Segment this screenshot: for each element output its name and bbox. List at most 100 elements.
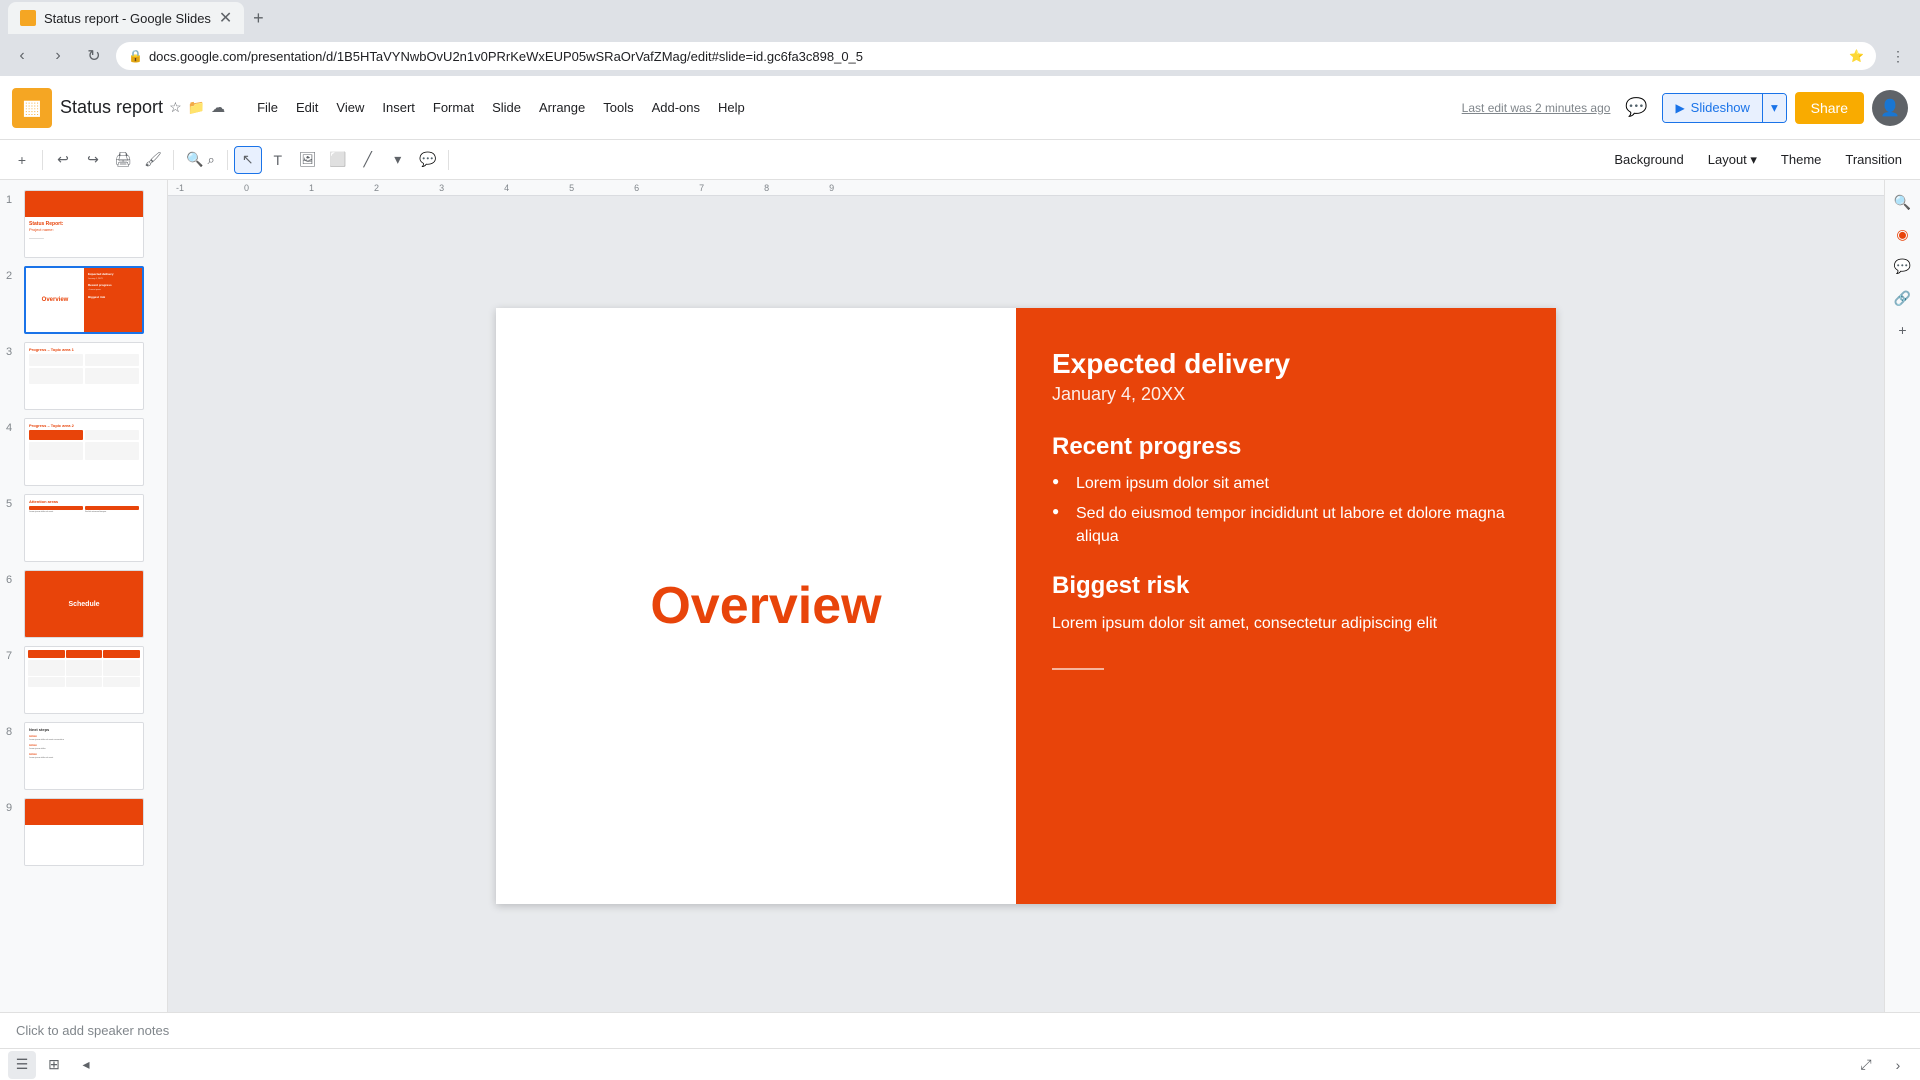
- slide-thumb-2[interactable]: 2 Overview Expected delivery January 4, …: [4, 264, 163, 336]
- last-edit-text[interactable]: Last edit was 2 minutes ago: [1462, 101, 1611, 115]
- slide-thumbnail-8: Next steps Action Lorem ipsum dolor sit …: [24, 722, 144, 790]
- slide-thumb-4[interactable]: 4 Progress – Topic area 2: [4, 416, 163, 488]
- slide-num-2: 2: [6, 270, 20, 282]
- comments-sidebar-icon[interactable]: 💬: [1889, 252, 1917, 280]
- slide-thumb-8[interactable]: 8 Next steps Action Lorem ipsum dolor si…: [4, 720, 163, 792]
- slideshow-button[interactable]: ▶ Slideshow: [1663, 94, 1762, 122]
- progress-heading: Recent progress: [1052, 433, 1520, 461]
- slides-panel: 1 Status Report: Project name: ─────── 2: [0, 180, 168, 1012]
- zoom-control[interactable]: 🔍 ⌕: [180, 146, 221, 174]
- slide-num-4: 4: [6, 422, 20, 434]
- address-bar-row: ‹ › ↻ 🔒 docs.google.com/presentation/d/1…: [0, 36, 1920, 76]
- slide-canvas[interactable]: Overview Expected delivery January 4, 20…: [496, 308, 1556, 904]
- toolbar-separator-3: [227, 150, 228, 170]
- layout-button[interactable]: Layout ▾: [1698, 148, 1767, 172]
- app-logo: ▦: [12, 88, 52, 128]
- collapse-panel-button[interactable]: ◂: [72, 1051, 100, 1079]
- slide-thumb-6[interactable]: 6 Schedule: [4, 568, 163, 640]
- filmstrip-view-button[interactable]: ⊞: [40, 1051, 68, 1079]
- line-tool[interactable]: ╱: [354, 146, 382, 174]
- menu-view[interactable]: View: [328, 96, 372, 119]
- notes-placeholder: Click to add speaker notes: [16, 1023, 169, 1038]
- user-avatar[interactable]: 👤: [1872, 90, 1908, 126]
- reload-button[interactable]: ↻: [80, 42, 108, 70]
- address-bar[interactable]: 🔒 docs.google.com/presentation/d/1B5HTaV…: [116, 42, 1876, 70]
- comments-button[interactable]: 💬: [1618, 90, 1654, 126]
- text-tool[interactable]: T: [264, 146, 292, 174]
- forward-button[interactable]: ›: [44, 42, 72, 70]
- comment-tool[interactable]: 💬: [414, 146, 442, 174]
- explore-icon[interactable]: 🔍: [1889, 188, 1917, 216]
- bottom-right: ⤢ ›: [1852, 1051, 1912, 1079]
- add-button[interactable]: +: [8, 146, 36, 174]
- line-dropdown[interactable]: ▾: [384, 146, 412, 174]
- menu-slide[interactable]: Slide: [484, 96, 529, 119]
- theme-sidebar-icon[interactable]: ◉: [1889, 220, 1917, 248]
- undo-button[interactable]: ↩: [49, 146, 77, 174]
- right-sidebar: 🔍 ◉ 💬 🔗 +: [1884, 180, 1920, 1012]
- slide-thumb-9[interactable]: 9: [4, 796, 163, 868]
- progress-list: Lorem ipsum dolor sit amet Sed do eiusmo…: [1052, 473, 1520, 548]
- delivery-heading: Expected delivery: [1052, 348, 1520, 380]
- slide-thumbnail-9: [24, 798, 144, 866]
- slide-num-5: 5: [6, 498, 20, 510]
- present-button-group: ▶ Slideshow ▾: [1662, 93, 1786, 123]
- slide-thumb-1[interactable]: 1 Status Report: Project name: ───────: [4, 188, 163, 260]
- menu-file[interactable]: File: [249, 96, 286, 119]
- background-button[interactable]: Background: [1604, 148, 1693, 171]
- tab-close-button[interactable]: ✕: [219, 8, 232, 28]
- tab-title: Status report - Google Slides: [44, 11, 211, 26]
- cloud-icon[interactable]: ☁: [211, 99, 225, 116]
- slide-thumbnail-6: Schedule: [24, 570, 144, 638]
- url-text: docs.google.com/presentation/d/1B5HTaVYN…: [149, 49, 863, 64]
- menu-insert[interactable]: Insert: [374, 96, 423, 119]
- zoom-out-button[interactable]: ›: [1884, 1051, 1912, 1079]
- menu-format[interactable]: Format: [425, 96, 482, 119]
- slide-num-1: 1: [6, 194, 20, 206]
- bottom-bar: ☰ ⊞ ◂ ⤢ ›: [0, 1048, 1920, 1080]
- active-tab[interactable]: Status report - Google Slides ✕: [8, 2, 244, 34]
- slide-overview-title: Overview: [650, 576, 881, 636]
- slide-thumb-3[interactable]: 3 Progress – Topic area 1: [4, 340, 163, 412]
- cursor-tool[interactable]: ↖: [234, 146, 262, 174]
- slide-num-6: 6: [6, 574, 20, 586]
- main-body: 1 Status Report: Project name: ─────── 2: [0, 180, 1920, 1012]
- slide-num-9: 9: [6, 802, 20, 814]
- grid-view-button[interactable]: ☰: [8, 1051, 36, 1079]
- slide-thumb-5[interactable]: 5 Attention areas Lorem ipsum dolor sit …: [4, 492, 163, 564]
- print-button[interactable]: 🖨: [109, 146, 137, 174]
- share-button[interactable]: Share: [1795, 92, 1864, 124]
- star-icon[interactable]: ☆: [169, 99, 182, 116]
- address-bar-icons: ⭐: [1849, 49, 1864, 63]
- slide-thumb-7[interactable]: 7: [4, 644, 163, 716]
- toolbar-separator-1: [42, 150, 43, 170]
- add-sidebar-icon[interactable]: +: [1889, 316, 1917, 344]
- canvas-area: -1 0 1 2 3 4 5 6 7 8 9 Overview: [168, 180, 1884, 1012]
- menu-arrange[interactable]: Arrange: [531, 96, 593, 119]
- expand-button[interactable]: ⤢: [1852, 1051, 1880, 1079]
- new-tab-button[interactable]: +: [244, 4, 272, 32]
- menu-help[interactable]: Help: [710, 96, 753, 119]
- image-tool[interactable]: 🖼: [294, 146, 322, 174]
- menu-tools[interactable]: Tools: [595, 96, 641, 119]
- shapes-tool[interactable]: ⬜: [324, 146, 352, 174]
- slideshow-dropdown-button[interactable]: ▾: [1762, 94, 1786, 122]
- move-icon[interactable]: 📁: [188, 99, 205, 116]
- slide-num-7: 7: [6, 650, 20, 662]
- toolbar: + ↩ ↪ 🖨 🖌 🔍 ⌕ ↖ T 🖼 ⬜ ╱ ▾ 💬 Background L…: [0, 140, 1920, 180]
- slide-num-3: 3: [6, 346, 20, 358]
- progress-item-2: Sed do eiusmod tempor incididunt ut labo…: [1052, 503, 1520, 548]
- menu-addons[interactable]: Add-ons: [644, 96, 708, 119]
- slide-thumbnail-5: Attention areas Lorem ipsum dolor sit am…: [24, 494, 144, 562]
- browser-extensions[interactable]: ⋮: [1884, 42, 1912, 70]
- redo-button[interactable]: ↪: [79, 146, 107, 174]
- notes-area[interactable]: Click to add speaker notes: [0, 1012, 1920, 1048]
- theme-button[interactable]: Theme: [1771, 148, 1831, 171]
- back-button[interactable]: ‹: [8, 42, 36, 70]
- paint-format-button[interactable]: 🖌: [139, 146, 167, 174]
- tab-bar: Status report - Google Slides ✕ +: [0, 0, 1920, 36]
- slide-divider: [1052, 668, 1104, 670]
- menu-edit[interactable]: Edit: [288, 96, 326, 119]
- transition-button[interactable]: Transition: [1835, 148, 1912, 171]
- links-sidebar-icon[interactable]: 🔗: [1889, 284, 1917, 312]
